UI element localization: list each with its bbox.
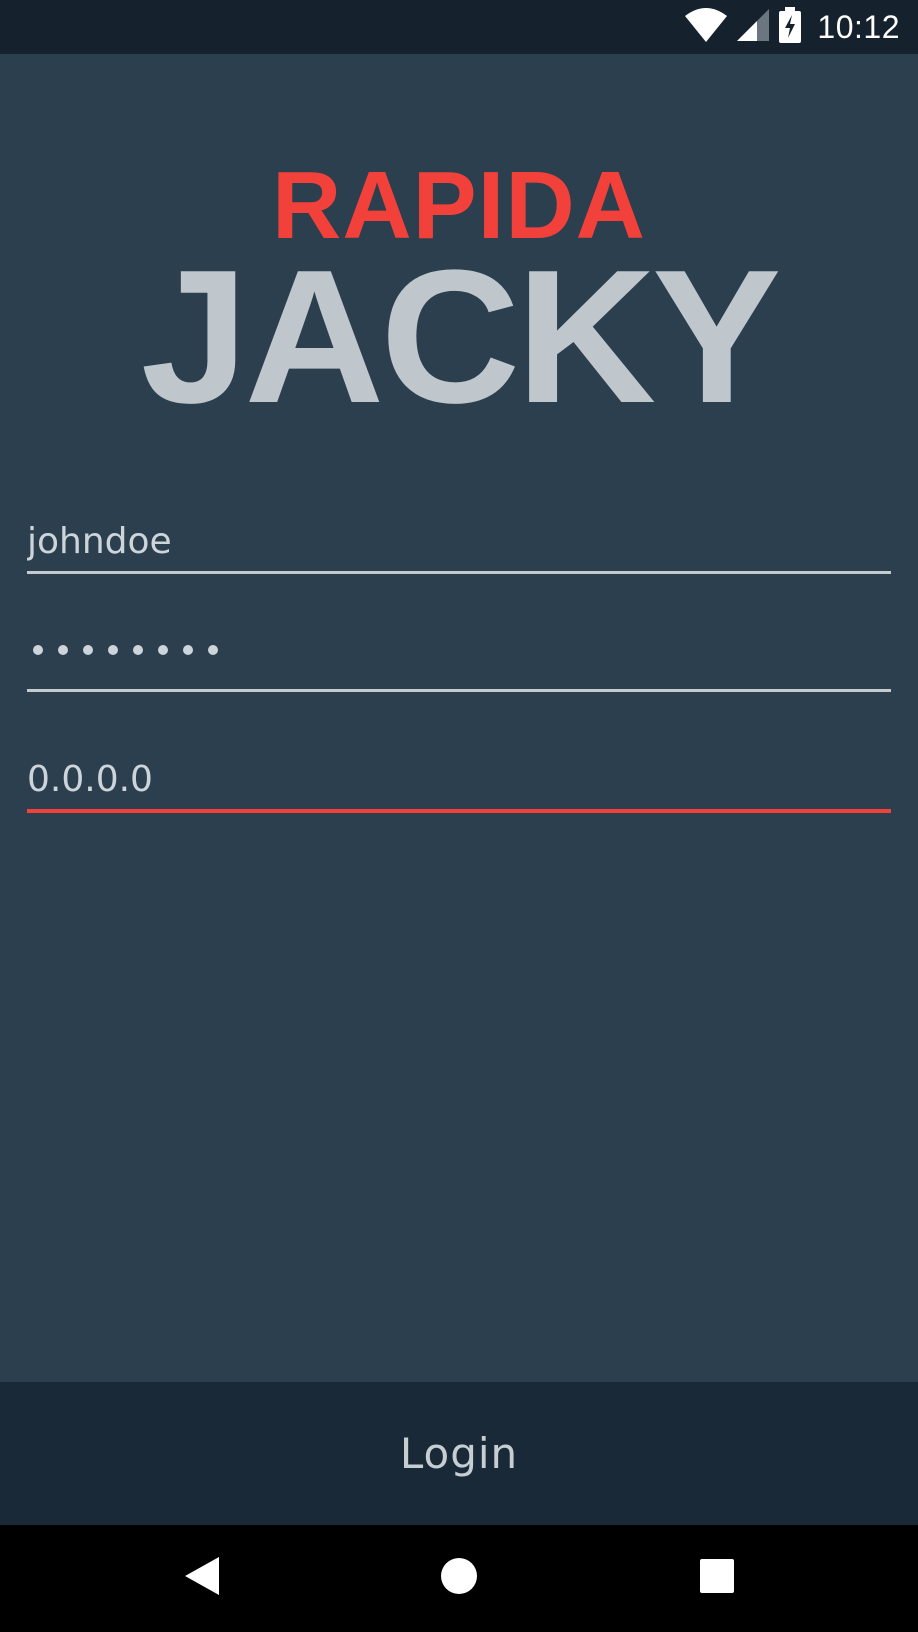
navigation-bar [0, 1525, 918, 1632]
battery-charging-icon [779, 6, 802, 48]
home-icon [440, 1557, 478, 1600]
server-address-input[interactable] [27, 749, 891, 809]
status-bar: 10:12 [0, 0, 918, 54]
recents-button[interactable] [657, 1525, 777, 1632]
back-icon [185, 1557, 219, 1600]
login-button[interactable]: Login [0, 1382, 918, 1525]
password-input[interactable] [27, 629, 891, 689]
back-button[interactable] [142, 1525, 262, 1632]
password-field[interactable] [27, 629, 891, 692]
brand-title-jacky: JACKY [140, 231, 782, 443]
server-address-field[interactable] [27, 749, 891, 813]
username-field[interactable] [27, 511, 891, 574]
cell-signal-icon [737, 8, 770, 46]
status-time: 10:12 [817, 8, 900, 45]
wifi-icon [685, 7, 728, 47]
home-button[interactable] [399, 1525, 519, 1632]
login-button-label: Login [399, 1429, 519, 1478]
username-input[interactable] [27, 511, 891, 571]
status-icons: 10:12 [685, 0, 900, 54]
recents-icon [700, 1559, 734, 1598]
